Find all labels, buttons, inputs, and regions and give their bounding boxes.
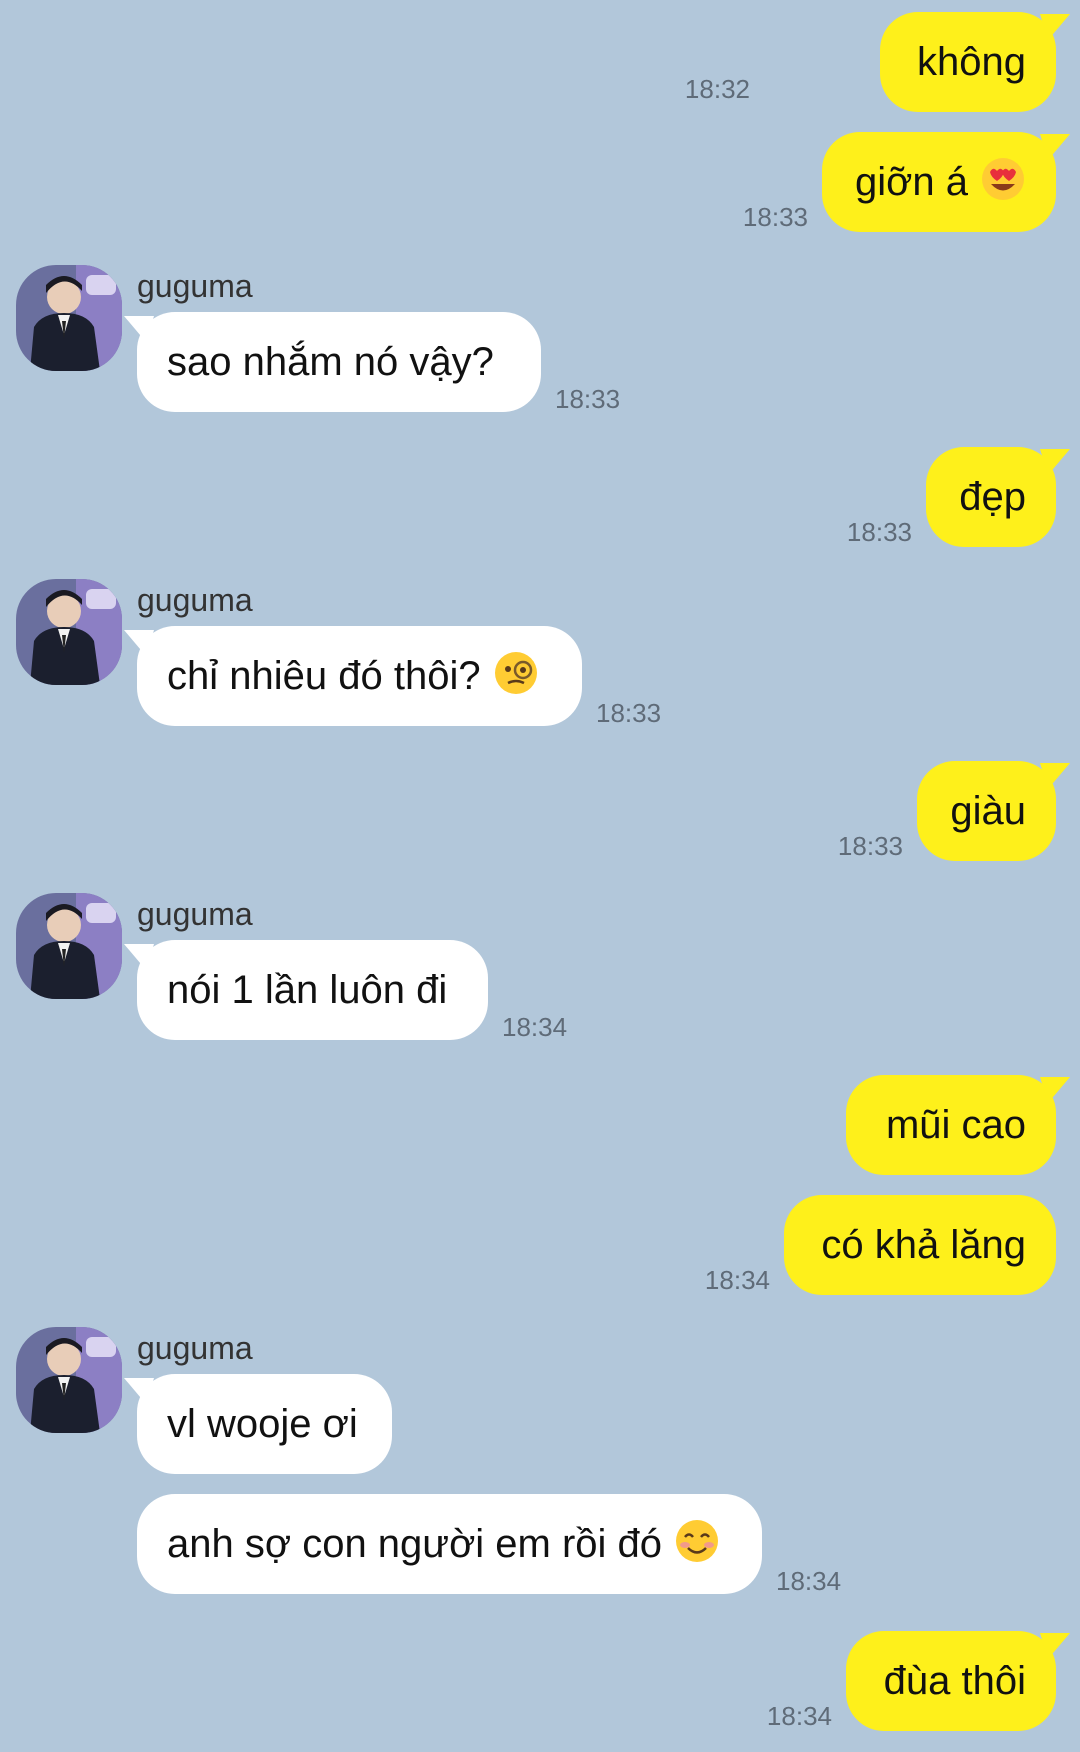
message-time: 18:34 xyxy=(776,1566,842,1596)
sender-name: guguma xyxy=(137,582,253,618)
message-text: mũi cao xyxy=(885,1103,1026,1147)
message-text: vl wooje ơi xyxy=(167,1402,358,1446)
smiling-blush-emoji xyxy=(674,1518,720,1571)
message-text: chỉ nhiêu đó thôi? xyxy=(167,654,481,698)
heart-eyes-emoji xyxy=(980,156,1026,209)
message-time: 18:33 xyxy=(837,831,903,861)
message-bubble[interactable]: mũi cao xyxy=(846,1075,1056,1175)
bubble-tail xyxy=(1040,14,1070,40)
message-bubble[interactable]: chỉ nhiêu đó thôi? xyxy=(137,626,582,726)
bubble-tail xyxy=(1040,763,1070,789)
message-text: giàu xyxy=(950,789,1026,833)
message-bubble[interactable]: có khả lăng xyxy=(784,1195,1056,1295)
sender-name: guguma xyxy=(137,1330,253,1366)
bubble-tail xyxy=(1040,1077,1070,1103)
message-text: sao nhắm nó vậy? xyxy=(167,340,494,384)
message-bubble[interactable]: nói 1 lần luôn đi xyxy=(137,940,488,1040)
message-time: 18:33 xyxy=(742,202,808,232)
bubble-tail xyxy=(1040,134,1070,160)
sender-name: guguma xyxy=(137,268,253,304)
message-bubble[interactable]: sao nhắm nó vậy? xyxy=(137,312,541,412)
bubble-tail xyxy=(1040,1633,1070,1659)
chat-area[interactable]: 18:32 không 18:33 giỡn á guguma sao nhắm… xyxy=(0,0,1080,1752)
message-bubble[interactable]: giàu xyxy=(917,761,1056,861)
message-bubble[interactable]: giỡn á xyxy=(822,132,1056,232)
avatar[interactable] xyxy=(16,1327,122,1433)
message-time: 18:33 xyxy=(596,698,662,728)
message-bubble[interactable]: không xyxy=(880,12,1056,112)
message-bubble[interactable]: anh sợ con người em rồi đó xyxy=(137,1494,762,1594)
message-time: 18:33 xyxy=(555,384,621,414)
bubble-tail xyxy=(1040,449,1070,475)
message-bubble[interactable]: vl wooje ơi xyxy=(137,1374,392,1474)
message-time: 18:32 xyxy=(684,74,750,104)
avatar[interactable] xyxy=(16,265,122,371)
message-time: 18:33 xyxy=(846,517,912,547)
message-bubble[interactable]: đùa thôi xyxy=(846,1631,1056,1731)
message-text: không xyxy=(917,40,1026,84)
message-text: anh sợ con người em rồi đó xyxy=(167,1522,663,1566)
monocle-emoji xyxy=(493,650,539,703)
message-text: giỡn á xyxy=(855,160,968,204)
message-text: có khả lăng xyxy=(821,1223,1026,1267)
message-text: đẹp xyxy=(959,475,1026,519)
message-time: 18:34 xyxy=(502,1012,568,1042)
sender-name: guguma xyxy=(137,896,253,932)
message-time: 18:34 xyxy=(704,1265,770,1295)
message-time: 18:34 xyxy=(766,1701,832,1731)
message-text: đùa thôi xyxy=(883,1659,1026,1703)
avatar[interactable] xyxy=(16,893,122,999)
message-bubble[interactable]: đẹp xyxy=(926,447,1056,547)
avatar[interactable] xyxy=(16,579,122,685)
message-text: nói 1 lần luôn đi xyxy=(167,968,448,1012)
